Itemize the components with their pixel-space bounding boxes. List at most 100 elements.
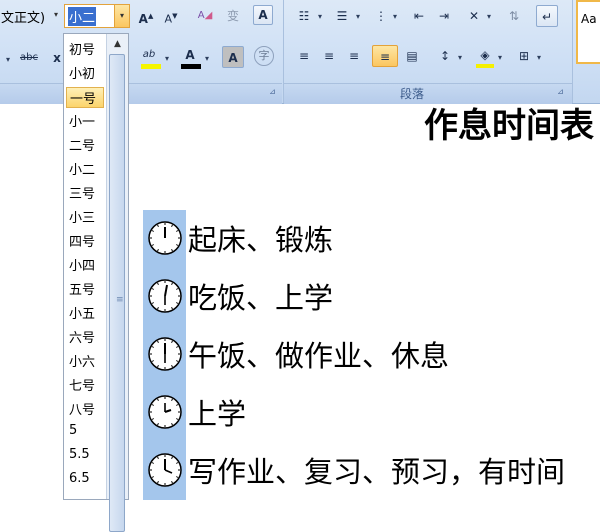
shrink-font-button[interactable]: A▼	[160, 5, 182, 27]
multilevel-list-button[interactable]: ⋮	[370, 5, 392, 27]
distributed-button[interactable]: ▤	[401, 45, 423, 67]
font-color-button[interactable]: A	[179, 44, 201, 66]
align-right-button[interactable]: ≡	[343, 45, 365, 67]
decrease-indent-icon: ⇤	[413, 9, 425, 23]
font-size-option[interactable]: 6.5	[69, 471, 90, 486]
font-color-bar	[181, 64, 201, 69]
font-size-option[interactable]: 小五	[69, 303, 95, 322]
clock-icon	[148, 453, 182, 487]
schedule-line-text[interactable]: 午饭、做作业、休息	[188, 338, 449, 374]
paragraph-dialog-launcher-icon[interactable]: ⊿	[556, 87, 565, 96]
align-center-icon: ≡	[323, 49, 335, 63]
align-center-button[interactable]: ≡	[318, 45, 340, 67]
phonetic-guide-button[interactable]: 变	[222, 5, 244, 27]
align-left-button[interactable]: ≡	[293, 45, 315, 67]
font-name-combo[interactable]: 文正文) ▾	[0, 5, 60, 27]
font-name-value: 文正文)	[1, 11, 46, 26]
font-size-option[interactable]: 一号	[66, 87, 104, 108]
font-size-option[interactable]: 初号	[69, 39, 95, 58]
line-spacing-button[interactable]: ↕	[434, 45, 456, 67]
paint-bucket-icon: ◈	[480, 48, 490, 62]
border-grid-icon: ⊞	[518, 49, 530, 63]
clock-icon	[148, 395, 182, 429]
sort-button[interactable]: ⇅	[503, 5, 525, 27]
font-size-option[interactable]: 四号	[69, 231, 95, 250]
schedule-line-text[interactable]: 吃饭、上学	[188, 280, 333, 316]
quick-styles-gallery[interactable]: Aa	[576, 0, 600, 64]
font-size-option[interactable]: 八号	[69, 399, 95, 418]
font-group-label-bar	[0, 83, 282, 104]
font-size-option[interactable]: 小四	[69, 255, 95, 274]
show-marks-button[interactable]: ↵	[536, 5, 558, 27]
paragraph-mark-icon: ↵	[541, 10, 553, 24]
enclose-char-button[interactable]: 字	[254, 46, 274, 66]
sort-icon: ⇅	[508, 9, 520, 23]
font-size-option[interactable]: 5.5	[69, 447, 90, 462]
strikethrough-button[interactable]: abc	[18, 47, 40, 69]
borders-button[interactable]: ⊞	[513, 45, 535, 67]
justify-icon: ≡	[379, 50, 391, 64]
scroll-up-arrow-icon[interactable]: ▲	[107, 36, 128, 52]
chevron-down-icon[interactable]: ▾	[114, 5, 129, 27]
char-shading-button[interactable]: A	[222, 46, 244, 68]
chevron-down-icon[interactable]: ▾	[356, 12, 360, 21]
highlight-color-bar	[141, 64, 161, 69]
font-size-option[interactable]: 六号	[69, 327, 95, 346]
font-size-option[interactable]: 小六	[69, 351, 95, 370]
font-size-option[interactable]: 小一	[69, 111, 95, 130]
line-spacing-icon: ↕	[439, 49, 451, 63]
grip-icon: ≡	[116, 295, 124, 305]
font-size-option[interactable]: 小三	[69, 207, 95, 226]
font-size-option[interactable]: 三号	[69, 183, 95, 202]
numbering-button[interactable]: ☰	[331, 5, 353, 27]
chevron-down-icon[interactable]: ▾	[50, 5, 62, 25]
schedule-line-text[interactable]: 起床、锻炼	[188, 222, 333, 258]
font-size-option[interactable]: 二号	[69, 135, 95, 154]
eraser-icon: ◢	[204, 10, 213, 21]
clock-icon	[148, 279, 182, 313]
font-size-option[interactable]: 小初	[69, 63, 95, 82]
shading-color-bar	[476, 64, 494, 68]
font-size-option[interactable]: 五号	[69, 279, 95, 298]
chevron-down-icon[interactable]: ▾	[487, 12, 491, 21]
font-size-value: 小二	[68, 7, 97, 26]
clear-format-button[interactable]: A◢	[194, 5, 216, 27]
chevron-down-icon[interactable]: ▾	[165, 54, 169, 63]
justify-button[interactable]: ≡	[372, 45, 398, 67]
chevron-down-icon[interactable]: ▾	[318, 12, 322, 21]
font-size-option[interactable]: 5	[69, 423, 77, 438]
group-separator	[572, 0, 573, 103]
schedule-line-text[interactable]: 写作业、复习、预习，有时间	[188, 454, 565, 490]
chinese-layout-icon: ✕	[468, 9, 480, 23]
clock-icon	[148, 337, 182, 371]
numbered-list-icon: ☰	[336, 9, 348, 23]
grow-font-button[interactable]: A▲	[135, 5, 157, 27]
align-left-icon: ≡	[298, 49, 310, 63]
chevron-down-icon[interactable]: ▾	[205, 54, 209, 63]
shading-button[interactable]: ◈	[474, 44, 496, 66]
chevron-down-icon[interactable]: ▾	[537, 53, 541, 62]
highlight-button[interactable]: ab	[138, 44, 160, 66]
paragraph-group-label-bar	[284, 83, 572, 104]
distributed-align-icon: ▤	[406, 49, 418, 63]
dropdown-scrollbar[interactable]: ▲ ≡	[106, 34, 128, 532]
chevron-down-icon[interactable]: ▾	[393, 12, 397, 21]
char-border-button[interactable]: A	[253, 5, 273, 25]
bullets-button[interactable]: ☷	[293, 5, 315, 27]
chevron-down-icon[interactable]: ▾	[498, 53, 502, 62]
increase-indent-button[interactable]: ⇥	[433, 5, 455, 27]
chevron-down-icon[interactable]: ▾	[6, 55, 10, 64]
font-dialog-launcher-icon[interactable]: ⊿	[268, 87, 277, 96]
align-right-icon: ≡	[348, 49, 360, 63]
font-size-option[interactable]: 小二	[69, 159, 95, 178]
font-size-option[interactable]: 七号	[69, 375, 95, 394]
paragraph-group-label: 段落	[400, 87, 425, 101]
chinese-layout-button[interactable]: ✕	[463, 5, 485, 27]
font-size-combo[interactable]: 小二 ▾	[64, 4, 130, 28]
style-preview: Aa	[581, 12, 597, 26]
decrease-indent-button[interactable]: ⇤	[408, 5, 430, 27]
schedule-line-text[interactable]: 上学	[188, 396, 246, 432]
document-title[interactable]: 作息时间表	[424, 104, 594, 148]
chevron-down-icon[interactable]: ▾	[458, 53, 462, 62]
scrollbar-thumb[interactable]: ≡	[109, 54, 125, 532]
